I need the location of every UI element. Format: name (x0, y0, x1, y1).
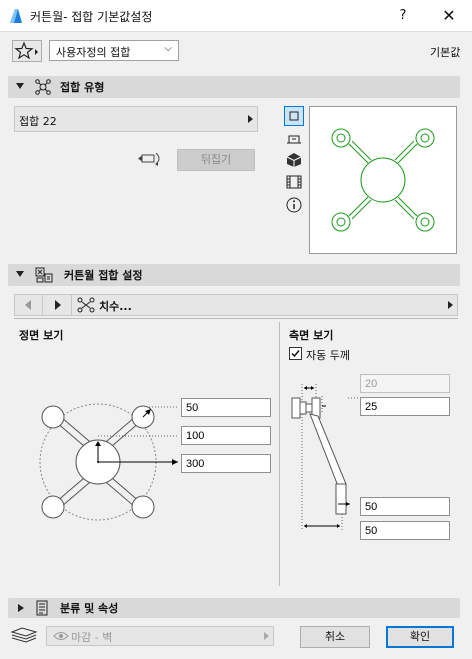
cube-icon (286, 153, 302, 167)
view-film-button[interactable] (285, 173, 303, 191)
view-info-button[interactable] (285, 196, 303, 214)
layer-icon (10, 626, 38, 644)
settings-icon (35, 266, 53, 284)
page-title: 치수... (99, 300, 132, 313)
front-length-input[interactable] (181, 454, 271, 473)
star-icon (14, 41, 38, 60)
favorites-dropdown-value: 사용자정의 접합 (56, 46, 131, 59)
section-view-icon (287, 135, 301, 144)
front-view-diagram (18, 390, 188, 530)
front-view-title: 정면 보기 (19, 329, 64, 342)
info-icon (286, 197, 302, 213)
joint-icon (35, 79, 51, 95)
title-bar: 커튼월- 접합 기본값설정 ? ✕ (0, 0, 472, 32)
side-depth-input[interactable] (360, 497, 450, 516)
prev-page-button[interactable] (15, 295, 43, 315)
ok-button[interactable]: 확인 (386, 626, 454, 648)
view-2d-button[interactable] (284, 106, 304, 126)
next-page-button[interactable] (44, 295, 72, 315)
side-thickness-input (360, 374, 450, 393)
default-label: 기본값 (430, 46, 461, 59)
joint-preview (309, 106, 457, 254)
view-3d-button[interactable] (285, 151, 303, 169)
cancel-button-label: 취소 (324, 630, 346, 643)
cancel-button[interactable]: 취소 (300, 626, 370, 648)
collapse-triangle-icon (16, 83, 24, 89)
chevron-right-icon (264, 632, 269, 640)
view-section-button[interactable] (285, 130, 303, 148)
arrow-left-icon (25, 300, 31, 310)
section-settings-header[interactable]: 커튼월 접합 설정 (8, 264, 460, 286)
eye-icon (53, 630, 69, 642)
ok-button-label: 확인 (409, 630, 431, 643)
dimension-icon (77, 297, 95, 313)
square-icon (289, 111, 299, 121)
side-length-input[interactable] (360, 521, 450, 540)
help-button[interactable]: ? (390, 6, 416, 26)
close-button[interactable]: ✕ (436, 6, 462, 26)
app-logo-icon (8, 8, 24, 24)
layer-dropdown: 마감 - 벽 (46, 626, 274, 646)
collapse-triangle-icon (16, 271, 24, 277)
page-navigator: 치수... (14, 294, 458, 316)
layer-value: 마감 - 벽 (71, 631, 113, 644)
side-offset-input[interactable] (360, 397, 450, 416)
side-view-diagram (286, 380, 358, 536)
page-dropdown[interactable]: 치수... (73, 295, 457, 315)
joint-type-selector[interactable]: 접합 22 (14, 106, 258, 132)
auto-thickness-label: 자동 두께 (306, 349, 350, 362)
flip-button[interactable]: 뒤집기 (177, 149, 255, 171)
joint-type-value: 접합 22 (19, 115, 57, 128)
side-view-title: 측면 보기 (289, 329, 334, 342)
window-title: 커튼월- 접합 기본값설정 (30, 10, 153, 24)
section-classification-title: 분류 및 속성 (60, 602, 119, 615)
document-icon (35, 600, 49, 616)
front-hub-input[interactable] (181, 426, 271, 445)
film-icon (286, 175, 302, 189)
chevron-down-icon: ⌵ (164, 43, 172, 54)
chevron-right-icon (248, 115, 253, 123)
section-joint-type-header[interactable]: 접합 유형 (8, 76, 460, 98)
checkmark-icon (291, 350, 300, 358)
favorites-button[interactable] (12, 40, 42, 62)
section-settings-title: 커튼월 접합 설정 (64, 269, 143, 282)
settings-divider (14, 318, 458, 319)
view-divider (279, 322, 280, 586)
expand-triangle-icon (18, 604, 24, 612)
flip-button-label: 뒤집기 (200, 153, 232, 166)
section-classification-header[interactable]: 분류 및 속성 (8, 598, 460, 618)
arrow-right-icon (55, 300, 61, 310)
flip-icon (136, 150, 166, 168)
front-radius-input[interactable] (181, 398, 271, 417)
auto-thickness-checkbox[interactable] (289, 347, 302, 360)
section-joint-type-title: 접합 유형 (60, 81, 105, 94)
favorites-dropdown[interactable]: 사용자정의 접합 ⌵ (49, 40, 179, 61)
chevron-right-icon (448, 301, 453, 309)
